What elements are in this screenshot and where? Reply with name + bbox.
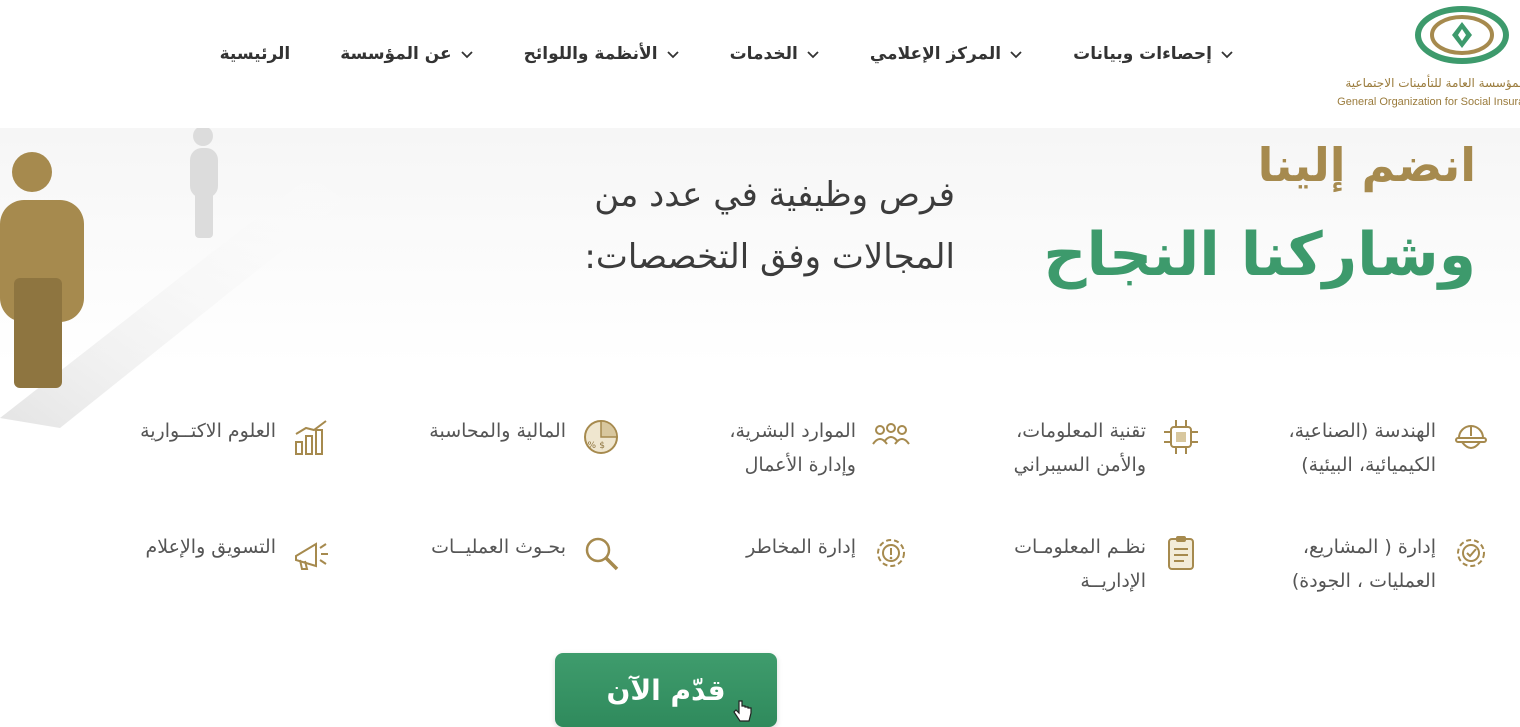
nav-item-about[interactable]: عن المؤسسة <box>340 44 473 64</box>
nav-item-label: عن المؤسسة <box>340 44 452 64</box>
clipboard-icon <box>1168 536 1194 570</box>
field-item-engineering: الهندسة (الصناعية، الكيميائية، البيئية) <box>1202 414 1492 530</box>
chevron-down-icon <box>807 51 819 59</box>
gear-alert-icon <box>877 539 905 567</box>
intro-line: فرص وظيفية في عدد من <box>594 175 955 215</box>
field-label: نظـم المعلومـات الإداريــة <box>1014 536 1146 592</box>
logo-mark-icon <box>1415 6 1509 64</box>
intro-text: فرص وظيفية في عدد من المجالات وفق التخصص… <box>455 164 955 288</box>
nav-item-home[interactable]: الرئيسية <box>220 44 291 64</box>
chip-icon <box>1164 420 1198 454</box>
chevron-down-icon <box>461 51 473 59</box>
nav-item-regulations[interactable]: الأنظمة واللوائح <box>524 44 680 64</box>
finance-chart-icon: % $ <box>584 420 618 454</box>
field-label: الهندسة (الصناعية، الكيميائية، البيئية) <box>1288 420 1436 476</box>
logo-arabic-text: المؤسسة العامة للتأمينات الاجتماعية <box>1345 76 1520 90</box>
field-label: العلوم الاكتــوارية <box>140 420 276 442</box>
field-item-risk-management: إدارة المخاطر <box>622 530 912 646</box>
field-item-operations-research: بحـوث العمليــات <box>332 530 622 646</box>
nav-item-media-center[interactable]: المركز الإعلامي <box>870 44 1023 64</box>
join-us-title: انضم إلينا <box>1257 138 1476 192</box>
main-nav: الرئيسية عن المؤسسة الأنظمة واللوائح الخ… <box>220 44 1234 64</box>
chevron-down-icon <box>666 51 679 59</box>
field-label: الموارد البشرية، وإدارة الأعمال <box>729 420 856 476</box>
nav-item-label: الرئيسية <box>219 44 291 64</box>
nav-item-label: الخدمات <box>729 44 798 64</box>
chevron-down-icon <box>1221 51 1233 59</box>
field-item-mis: نظـم المعلومـات الإداريــة <box>912 530 1202 646</box>
svg-text:%: % <box>587 441 596 451</box>
people-illustration-icon <box>0 128 360 428</box>
field-item-project-management: إدارة ( المشاريع، العمليات ، الجودة) <box>1202 530 1492 646</box>
gear-check-icon <box>1457 539 1485 567</box>
hand-cursor-icon <box>733 700 752 722</box>
field-label: تقنية المعلومات، والأمن السيبراني <box>1013 420 1146 476</box>
magnifier-icon <box>585 537 619 571</box>
logo-english-text: General Organization for Social Insuranc… <box>1337 96 1520 108</box>
nav-item-label: إحصاءات وبيانات <box>1073 44 1212 64</box>
share-success-title: وشاركنا النجاح <box>1043 220 1476 290</box>
logo[interactable]: المؤسسة العامة للتأمينات الاجتماعية Gene… <box>1310 0 1520 128</box>
site-header: المؤسسة العامة للتأمينات الاجتماعية Gene… <box>0 0 1520 128</box>
field-item-finance: % $ المالية والمحاسبة <box>332 414 622 530</box>
field-label: إدارة المخاطر <box>746 536 856 558</box>
nav-item-services[interactable]: الخدمات <box>730 44 820 64</box>
field-item-it-security: تقنية المعلومات، والأمن السيبراني <box>912 414 1202 530</box>
growth-chart-icon <box>295 420 327 455</box>
nav-item-label: المركز الإعلامي <box>869 44 1002 64</box>
field-label: إدارة ( المشاريع، العمليات ، الجودة) <box>1291 536 1436 592</box>
megaphone-icon <box>295 542 328 570</box>
people-group-icon <box>872 423 910 445</box>
engineer-helmet-icon <box>1455 425 1487 449</box>
nav-item-statistics[interactable]: إحصاءات وبيانات <box>1073 44 1234 64</box>
field-item-actuarial: العلوم الاكتــوارية <box>42 414 332 530</box>
hero-section: انضم إلينا وشاركنا النجاح فرص وظيفية في … <box>0 128 1520 727</box>
nav-item-label: الأنظمة واللوائح <box>523 44 658 64</box>
field-item-hr-business: الموارد البشرية، وإدارة الأعمال <box>622 414 912 530</box>
svg-text:$: $ <box>599 441 605 451</box>
field-label: التسويق والإعلام <box>145 536 276 558</box>
field-label: المالية والمحاسبة <box>429 420 566 442</box>
field-item-marketing: التسويق والإعلام <box>42 530 332 646</box>
fields-grid: الهندسة (الصناعية، الكيميائية، البيئية) … <box>42 414 1492 646</box>
chevron-down-icon <box>1010 51 1022 59</box>
field-label: بحـوث العمليــات <box>431 536 566 558</box>
intro-line: المجالات وفق التخصصات: <box>584 237 955 277</box>
